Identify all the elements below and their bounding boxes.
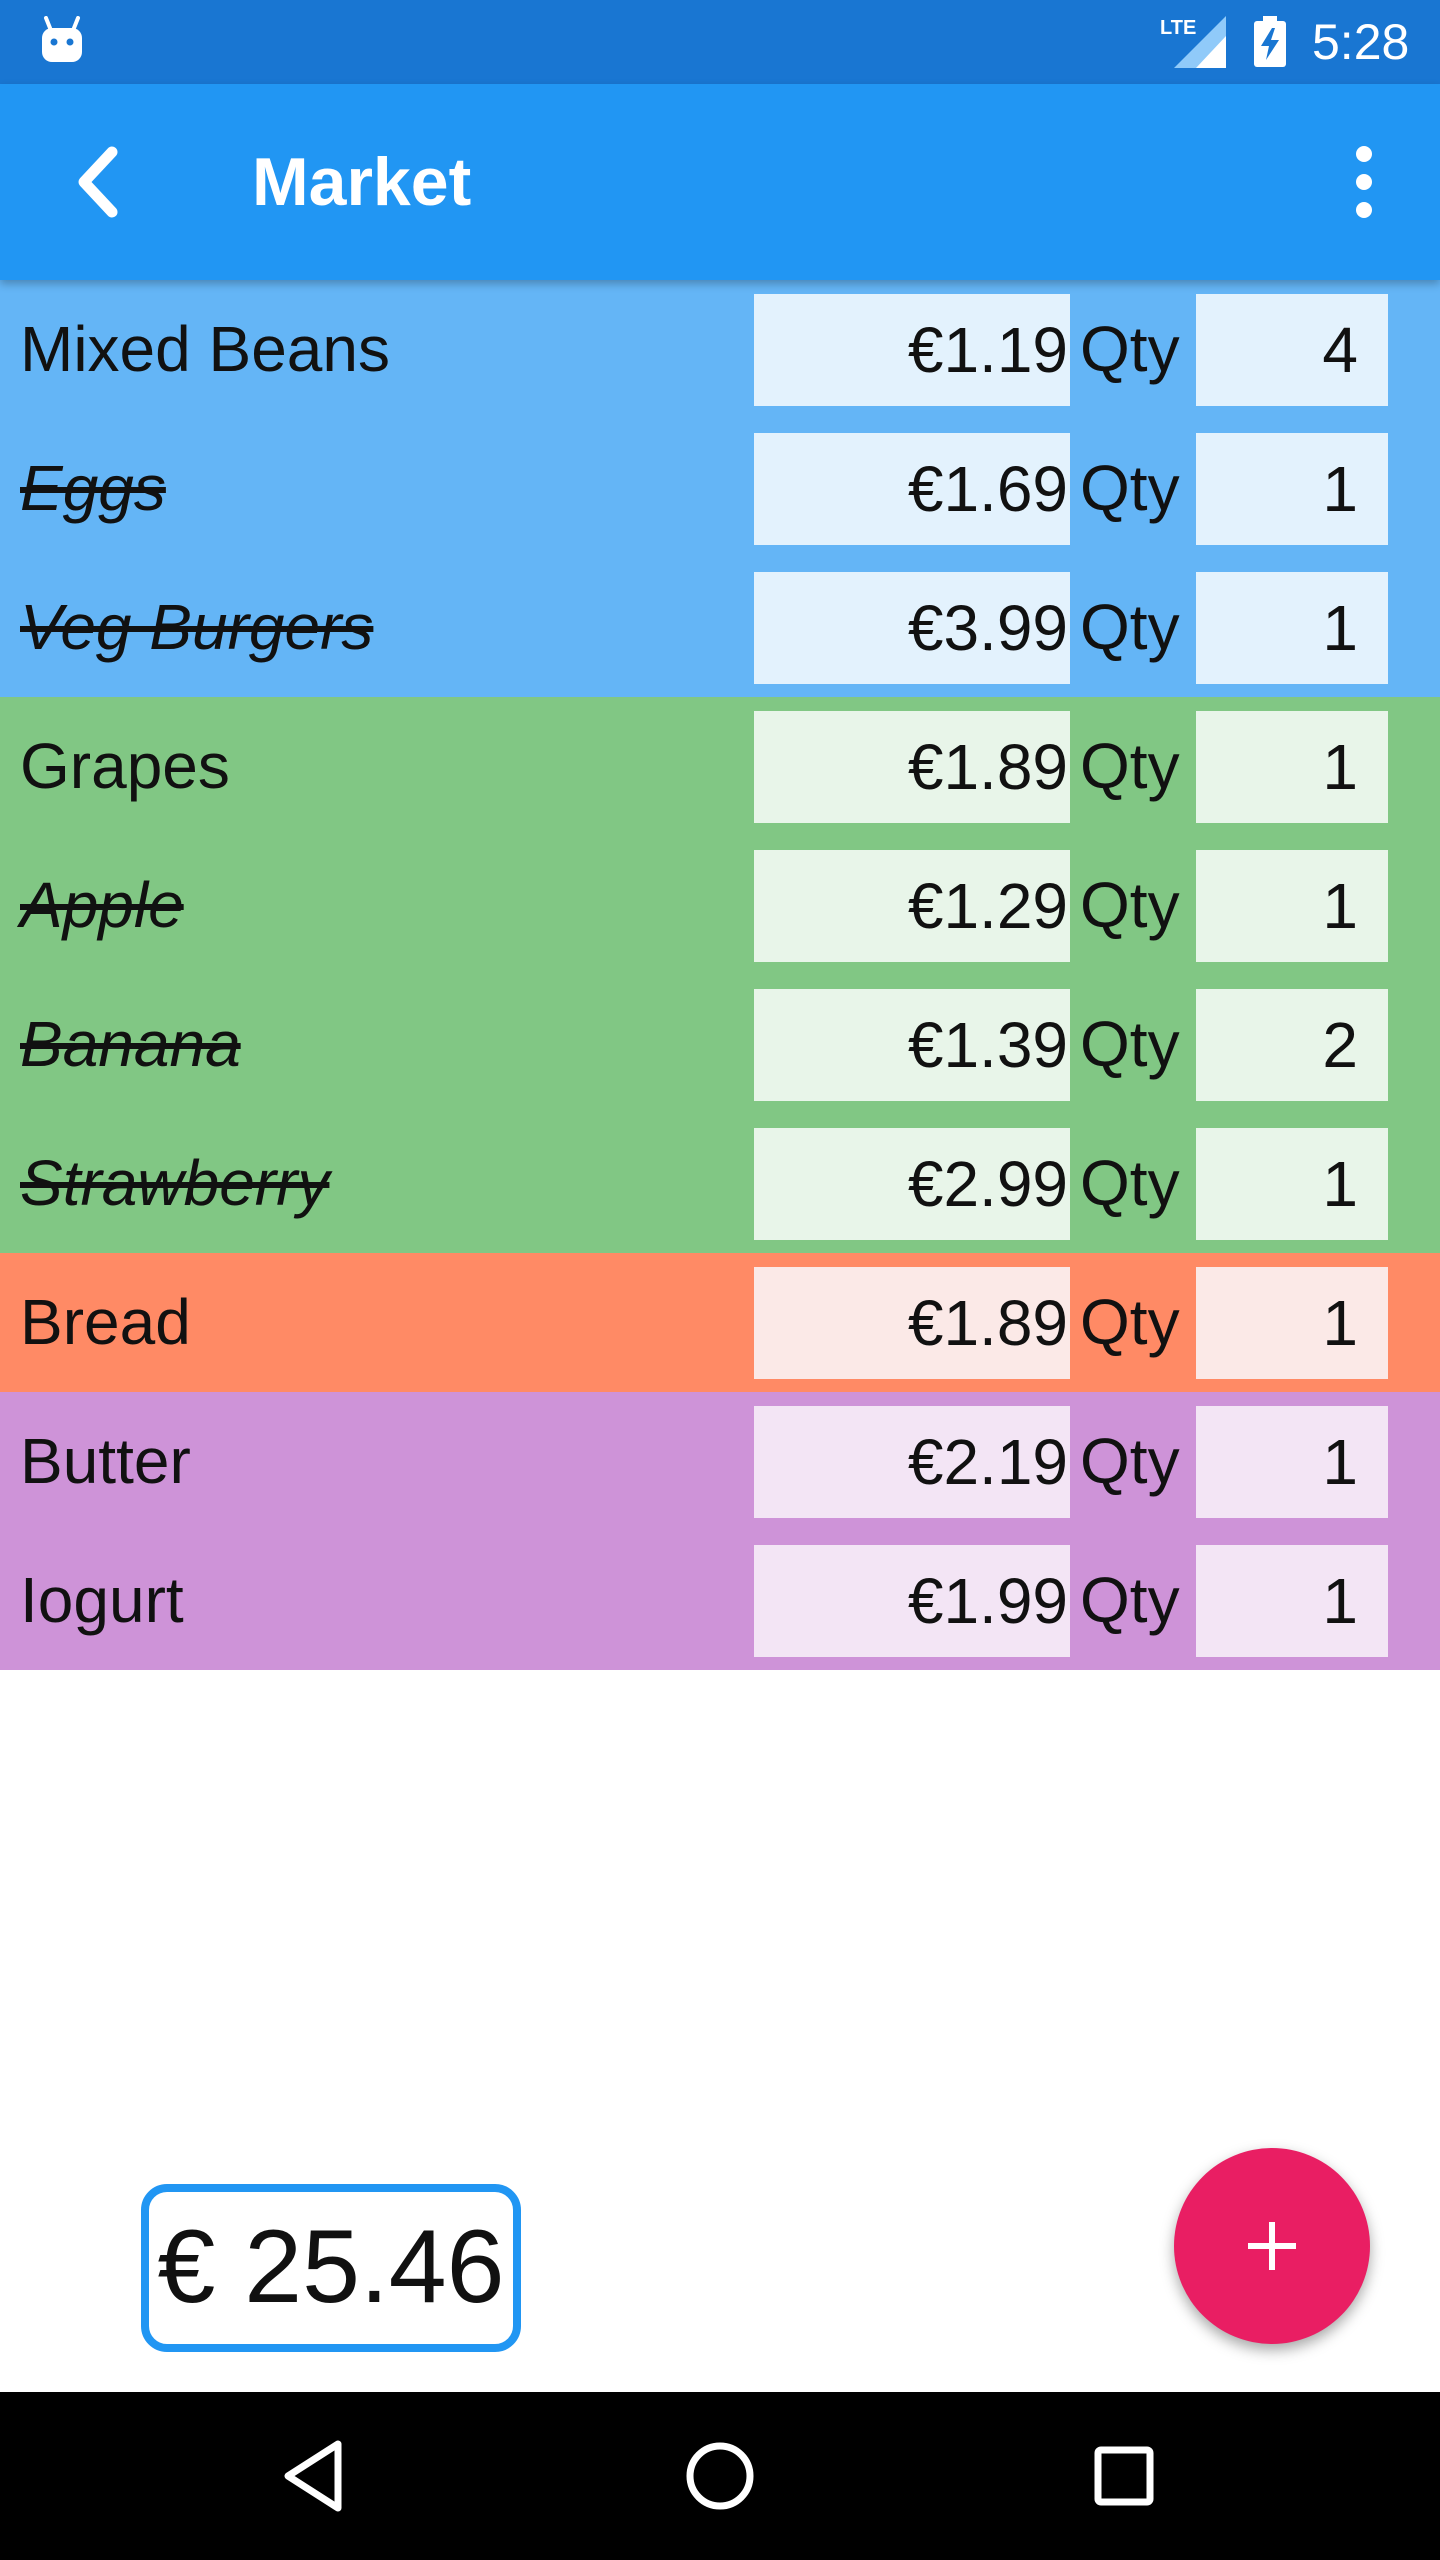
item-price-field[interactable]: €1.19 [754, 294, 1070, 406]
list-item[interactable]: Veg Burgers €3.99 Qty 1 [0, 558, 1440, 697]
item-price-field[interactable]: €3.99 [754, 572, 1070, 684]
item-name[interactable]: Iogurt [20, 1531, 184, 1670]
item-name[interactable]: Bread [20, 1253, 191, 1392]
total-amount: € 25.46 [141, 2184, 521, 2352]
item-qty-field[interactable]: 2 [1196, 989, 1388, 1101]
item-qty-field[interactable]: 1 [1196, 850, 1388, 962]
add-item-button[interactable] [1174, 2148, 1370, 2344]
list-item[interactable]: Butter €2.19 Qty 1 [0, 1392, 1440, 1531]
item-qty-field[interactable]: 4 [1196, 294, 1388, 406]
qty-label: Qty [1080, 730, 1180, 802]
item-price-field[interactable]: €1.29 [754, 850, 1070, 962]
list-item[interactable]: Banana €1.39 Qty 2 [0, 975, 1440, 1114]
battery-charging-icon [1254, 16, 1286, 67]
item-price-field[interactable]: €1.69 [754, 433, 1070, 545]
item-qty-field[interactable]: 1 [1196, 1128, 1388, 1240]
app-bar: Market [0, 84, 1440, 280]
item-name[interactable]: Eggs [20, 419, 166, 558]
list-item[interactable]: Apple €1.29 Qty 1 [0, 836, 1440, 975]
list-item[interactable]: Mixed Beans €1.19 Qty 4 [0, 280, 1440, 419]
qty-label: Qty [1080, 452, 1180, 524]
item-qty-field[interactable]: 1 [1196, 433, 1388, 545]
nav-back-button[interactable] [268, 2428, 364, 2524]
qty-label: Qty [1080, 1564, 1180, 1636]
item-name[interactable]: Strawberry [20, 1114, 329, 1253]
status-bar: LTE 5:28 [0, 0, 1440, 84]
back-button[interactable] [50, 134, 146, 230]
item-qty-field[interactable]: 1 [1196, 1406, 1388, 1518]
item-price-field[interactable]: €1.89 [754, 1267, 1070, 1379]
recents-square-icon [1094, 2446, 1154, 2506]
item-qty-field[interactable]: 1 [1196, 572, 1388, 684]
lte-signal-icon: LTE [1160, 16, 1226, 68]
status-clock: 5:28 [1312, 14, 1410, 70]
qty-label: Qty [1080, 591, 1180, 663]
list-item[interactable]: Iogurt €1.99 Qty 1 [0, 1531, 1440, 1670]
item-name[interactable]: Banana [20, 975, 241, 1114]
item-qty-field[interactable]: 1 [1196, 1267, 1388, 1379]
android-debug-icon [42, 16, 82, 62]
item-qty-field[interactable]: 1 [1196, 711, 1388, 823]
overflow-menu-button[interactable] [1330, 142, 1390, 222]
nav-recents-button[interactable] [1076, 2428, 1172, 2524]
list-item[interactable]: Grapes €1.89 Qty 1 [0, 697, 1440, 836]
qty-label: Qty [1080, 1147, 1180, 1219]
more-vert-icon [1356, 146, 1372, 218]
item-qty-field[interactable]: 1 [1196, 1545, 1388, 1657]
item-price-field[interactable]: €1.39 [754, 989, 1070, 1101]
qty-label: Qty [1080, 1008, 1180, 1080]
svg-text:LTE: LTE [1160, 17, 1196, 39]
item-name[interactable]: Mixed Beans [20, 280, 390, 419]
qty-label: Qty [1080, 1286, 1180, 1358]
item-price-field[interactable]: €2.19 [754, 1406, 1070, 1518]
item-price-field[interactable]: €1.89 [754, 711, 1070, 823]
qty-label: Qty [1080, 1425, 1180, 1497]
shopping-list: Mixed Beans €1.19 Qty 4 Eggs €1.69 Qty 1 Veg Bur… [0, 280, 1440, 1670]
home-circle-icon [686, 2442, 754, 2510]
item-name[interactable]: Apple [20, 836, 184, 975]
item-name[interactable]: Butter [20, 1392, 191, 1531]
chevron-left-icon [78, 146, 118, 218]
item-name[interactable]: Grapes [20, 697, 230, 836]
nav-home-button[interactable] [672, 2428, 768, 2524]
system-nav-bar [0, 2392, 1440, 2560]
qty-label: Qty [1080, 869, 1180, 941]
item-name[interactable]: Veg Burgers [20, 558, 373, 697]
list-item[interactable]: Bread €1.89 Qty 1 [0, 1253, 1440, 1392]
qty-label: Qty [1080, 313, 1180, 385]
list-item[interactable]: Strawberry €2.99 Qty 1 [0, 1114, 1440, 1253]
page-title: Market [252, 144, 472, 220]
item-price-field[interactable]: €1.99 [754, 1545, 1070, 1657]
back-triangle-icon [284, 2440, 342, 2512]
list-item[interactable]: Eggs €1.69 Qty 1 [0, 419, 1440, 558]
item-price-field[interactable]: €2.99 [754, 1128, 1070, 1240]
plus-icon [1248, 2222, 1296, 2270]
